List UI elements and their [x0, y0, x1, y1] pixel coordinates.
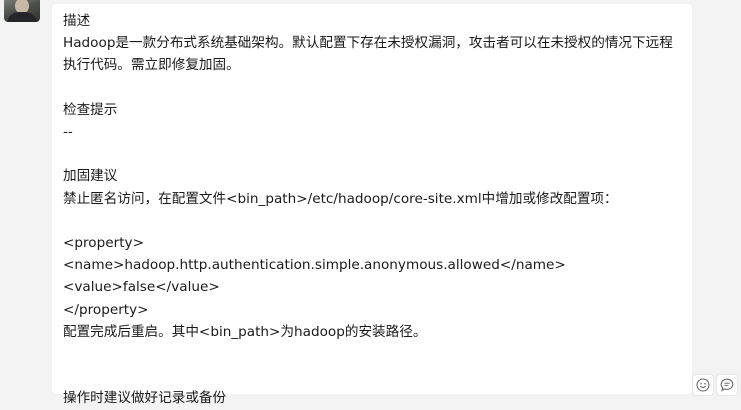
section-title-check: 检查提示	[63, 101, 118, 118]
sender-avatar[interactable]	[4, 0, 40, 22]
check-value: --	[63, 124, 73, 140]
code-line: </property>	[63, 301, 149, 318]
smiley-icon	[696, 378, 710, 392]
avatar-shoulders	[7, 12, 37, 22]
message-bubble: 描述 Hadoop是一款分布式系统基础架构。默认配置下存在未授权漏洞，攻击者可以…	[52, 4, 692, 406]
restart-note: 配置完成后重启。其中<bin_path>为hadoop的安装路径。	[63, 323, 427, 340]
section-title-fix: 加固建议	[63, 168, 118, 185]
code-line: <name>hadoop.http.authentication.simple.…	[63, 257, 566, 274]
code-line: <property>	[63, 234, 144, 251]
quote-icon	[720, 378, 734, 392]
fix-instruction: 禁止匿名访问，在配置文件<bin_path>/etc/hadoop/core-s…	[63, 190, 618, 207]
section-title-description: 描述	[63, 13, 91, 29]
description-text: Hadoop是一款分布式系统基础架构。默认配置下存在未授权漏洞，攻击者可以在未授…	[63, 35, 673, 74]
code-line: <value>false</value>	[63, 279, 220, 296]
message-actions	[693, 375, 737, 395]
emoji-reaction-button[interactable]	[693, 375, 713, 395]
backup-note: 操作时建议做好记录或备份	[63, 390, 227, 407]
quote-reply-button[interactable]	[717, 375, 737, 395]
